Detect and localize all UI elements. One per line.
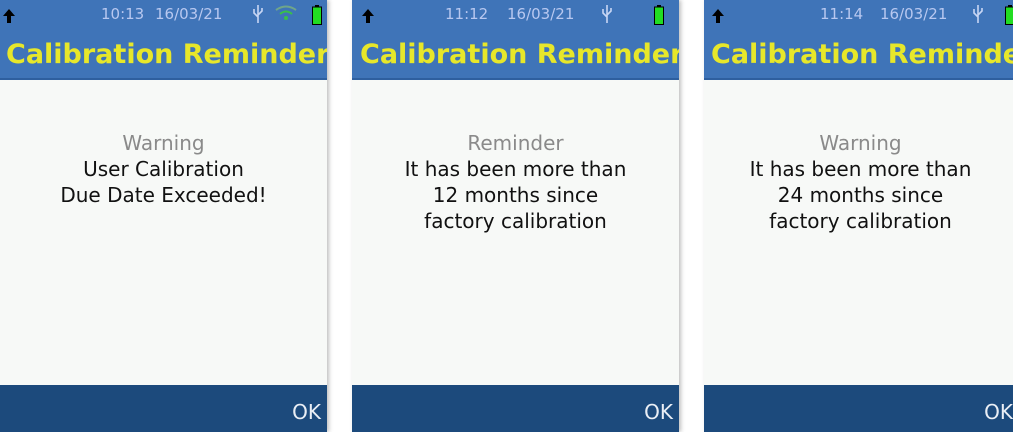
message-heading: Reminder (467, 131, 564, 155)
status-time: 11:12 (445, 5, 489, 23)
message-line: Due Date Exceeded! (60, 183, 267, 207)
battery-icon (654, 5, 664, 25)
message: Reminder It has been more than 12 months… (352, 130, 679, 234)
up-arrow-icon (712, 9, 724, 23)
message-line: 12 months since (432, 183, 599, 207)
ok-button[interactable]: OK (984, 392, 1013, 432)
usb-icon (253, 5, 263, 23)
message-line: 24 months since (777, 183, 944, 207)
status-time: 10:13 (101, 5, 145, 23)
message: Warning User Calibration Due Date Exceed… (0, 130, 327, 208)
message-line: It has been more than (749, 157, 972, 181)
status-time: 11:14 (820, 5, 864, 23)
title-bar: Calibration Reminder (704, 34, 1013, 80)
device-screen-user-calibration-warning: 10:13 16/03/21 Calibration Reminder Warn… (0, 0, 327, 432)
battery-icon (312, 5, 322, 25)
ok-button[interactable]: OK (644, 392, 673, 432)
device-screen-12-month-reminder: 11:12 16/03/21 Calibration Reminder Remi… (352, 0, 679, 432)
title-bar: Calibration Reminder (0, 34, 327, 80)
status-bar: 11:14 16/03/21 (704, 0, 1013, 34)
footer-bar: OK (0, 385, 327, 432)
footer-bar: OK (352, 385, 679, 432)
screen-title: Calibration Reminder (6, 39, 327, 70)
screen-title: Calibration Reminder (360, 39, 679, 70)
status-date: 16/03/21 (880, 5, 948, 23)
ok-button[interactable]: OK (292, 392, 321, 432)
screen-title: Calibration Reminder (711, 39, 1013, 70)
battery-icon (1005, 5, 1013, 25)
usb-icon (602, 5, 612, 23)
status-date: 16/03/21 (507, 5, 575, 23)
title-bar: Calibration Reminder (352, 34, 679, 80)
message-line: It has been more than (404, 157, 627, 181)
status-bar: 11:12 16/03/21 (352, 0, 679, 34)
status-bar: 10:13 16/03/21 (0, 0, 327, 34)
message-heading: Warning (819, 131, 902, 155)
up-arrow-icon (3, 9, 15, 23)
up-arrow-icon (362, 9, 374, 23)
message: Warning It has been more than 24 months … (704, 130, 1013, 234)
message-line: User Calibration (83, 157, 244, 181)
device-screen-24-month-warning: 11:14 16/03/21 Calibration Reminder Warn… (704, 0, 1013, 432)
message-line: factory calibration (769, 209, 952, 233)
usb-icon (973, 5, 983, 23)
message-heading: Warning (122, 131, 205, 155)
status-date: 16/03/21 (155, 5, 223, 23)
message-line: factory calibration (424, 209, 607, 233)
wifi-icon (275, 5, 297, 20)
footer-bar: OK (704, 385, 1013, 432)
